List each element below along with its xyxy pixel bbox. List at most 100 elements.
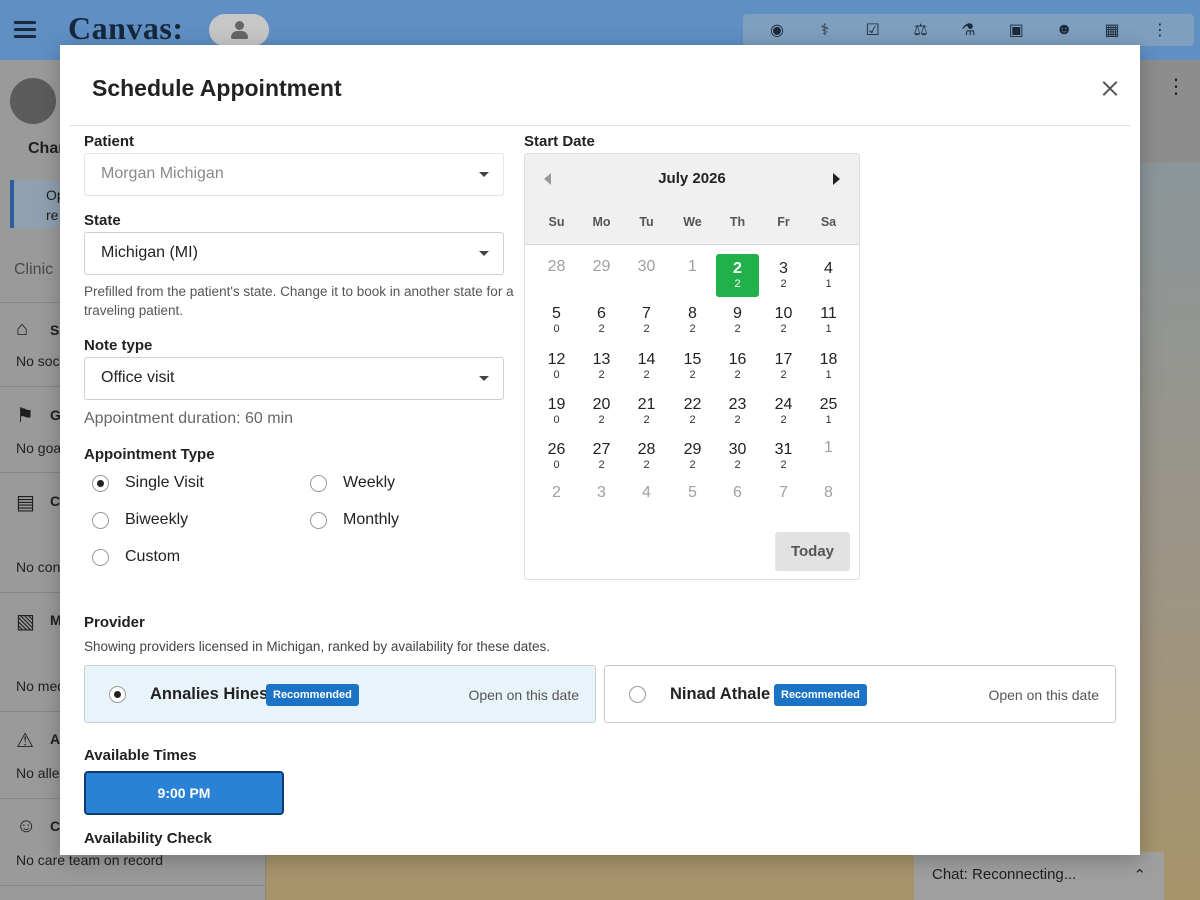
weekday-header: Su	[548, 215, 565, 229]
calendar-month: July 2026	[658, 170, 726, 187]
radio-monthly[interactable]: Monthly	[310, 511, 399, 529]
calendar-day[interactable]: 50	[535, 299, 578, 342]
radio-label: Biweekly	[125, 511, 189, 528]
radio-biweekly[interactable]: Biweekly	[92, 511, 188, 529]
calendar-day[interactable]: 8	[807, 480, 850, 523]
calendar-day[interactable]: 62	[580, 299, 623, 342]
calendar-day[interactable]: 7	[762, 480, 805, 523]
calendar-day[interactable]: 21 2	[625, 390, 668, 433]
today-button[interactable]: Today	[775, 532, 850, 571]
close-icon[interactable]	[1098, 77, 1122, 101]
chevron-up-icon[interactable]: ⌃	[1133, 866, 1146, 886]
availability-count: 2	[643, 323, 650, 335]
calendar-day[interactable]: 4	[625, 480, 668, 523]
calendar-day[interactable]: 31 2	[762, 435, 805, 478]
provider-card[interactable]: Ninad Athale Recommended Open on this da…	[604, 665, 1116, 723]
calendar-day[interactable]: 19 0	[535, 390, 578, 433]
flask-icon[interactable]: ⚗	[957, 20, 979, 40]
doctor-icon[interactable]: ☻	[1053, 21, 1075, 39]
state-helper-text: Prefilled from the patient's state. Chan…	[84, 284, 514, 318]
calendar-day[interactable]: 82	[671, 299, 714, 342]
radio-single-visit[interactable]: Single Visit	[92, 474, 204, 492]
calendar-day[interactable]: 27 2	[580, 435, 623, 478]
calendar-day[interactable]: 18 1	[807, 345, 850, 388]
calendar-day[interactable]: 29	[580, 254, 623, 297]
section-title[interactable]: A	[50, 731, 60, 747]
radio-circle[interactable]	[310, 511, 327, 529]
calendar-day[interactable]: 24 2	[762, 390, 805, 433]
calendar-day[interactable]: 3	[580, 480, 623, 523]
calendar-day[interactable]: 29 2	[671, 435, 714, 478]
app-logo[interactable]: Canvas:	[68, 10, 184, 47]
calendar-day-selected[interactable]: 22	[716, 254, 759, 297]
care-team-icon: ☺	[16, 815, 37, 837]
calendar-day[interactable]: 26 0	[535, 435, 578, 478]
provider-card[interactable]: Annalies Hines Recommended Open on this …	[84, 665, 596, 723]
patient-select[interactable]: Morgan Michigan	[84, 153, 504, 196]
user-avatar-button[interactable]	[209, 14, 269, 46]
chevron-right-icon[interactable]	[833, 173, 840, 185]
provider-radio[interactable]	[109, 686, 126, 703]
time-slot-button[interactable]: 9:00 PM	[84, 771, 284, 815]
calendar-day[interactable]: 2	[535, 480, 578, 523]
calendar-day[interactable]: 32	[762, 254, 805, 297]
availability-count: 1	[825, 414, 832, 426]
radio-circle[interactable]	[92, 474, 109, 492]
calendar-day[interactable]: 15 2	[671, 345, 714, 388]
availability-count: 2	[780, 323, 787, 335]
scales-icon[interactable]: ⚖	[910, 20, 932, 40]
calendar-day[interactable]: 72	[625, 299, 668, 342]
calendar-day[interactable]: 1	[807, 435, 850, 478]
kebab-icon[interactable]: ⋮	[1149, 20, 1171, 40]
radio-weekly[interactable]: Weekly	[310, 474, 395, 492]
day-number: 6	[733, 484, 742, 501]
calendar-day[interactable]: 23 2	[716, 390, 759, 433]
calendar-day[interactable]: 20 2	[580, 390, 623, 433]
state-select[interactable]: Michigan (MI)	[84, 232, 504, 275]
calendar-day[interactable]: 1	[671, 254, 714, 297]
calendar-day[interactable]: 10 2	[762, 299, 805, 342]
availability-count: 1	[825, 323, 832, 335]
calendar-day[interactable]: 11 1	[807, 299, 850, 342]
chart-tab[interactable]: Char	[28, 140, 64, 158]
radio-circle[interactable]	[92, 511, 109, 529]
calendar-day[interactable]: 92	[716, 299, 759, 342]
provider-status: Open on this date	[988, 687, 1099, 703]
radio-circle[interactable]	[92, 548, 109, 566]
calendar-header: July 2026	[525, 154, 859, 245]
caduceus-icon[interactable]: ⚕	[814, 20, 836, 40]
calendar-day[interactable]: 30 2	[716, 435, 759, 478]
calendar-day[interactable]: 28 2	[625, 435, 668, 478]
day-number: 16	[728, 351, 747, 368]
image-icon[interactable]: ▣	[1005, 20, 1027, 40]
kebab-icon[interactable]: ⋮	[1166, 74, 1186, 99]
availability-count: 2	[734, 278, 741, 290]
calendar-day[interactable]: 41	[807, 254, 850, 297]
calendar-day[interactable]: 28	[535, 254, 578, 297]
calendar-day[interactable]: 12 0	[535, 345, 578, 388]
provider-subtitle: Showing providers licensed in Michigan, …	[84, 639, 551, 654]
day-number: 30	[637, 258, 656, 275]
calendar-day[interactable]: 30	[625, 254, 668, 297]
globe-icon[interactable]: ◉	[766, 20, 788, 40]
section-title[interactable]: S	[50, 322, 59, 338]
radio-circle[interactable]	[310, 474, 327, 492]
section-title[interactable]: C	[50, 493, 60, 509]
day-number: 31	[774, 441, 793, 458]
chat-widget[interactable]: Chat: Reconnecting... ⌃	[914, 852, 1164, 900]
calendar-day[interactable]: 17 2	[762, 345, 805, 388]
note-type-select[interactable]: Office visit	[84, 357, 504, 400]
calendar-day[interactable]: 13 2	[580, 345, 623, 388]
calendar-day[interactable]: 5	[671, 480, 714, 523]
calendar-day[interactable]: 25 1	[807, 390, 850, 433]
hamburger-menu-icon[interactable]	[14, 18, 36, 40]
radio-custom[interactable]: Custom	[92, 548, 180, 566]
grid-icon[interactable]: ▦	[1101, 20, 1123, 40]
checkbox-icon[interactable]: ☑	[862, 20, 884, 40]
calendar-day[interactable]: 6	[716, 480, 759, 523]
provider-radio[interactable]	[629, 686, 646, 703]
section-title[interactable]: C	[50, 818, 60, 834]
calendar-day[interactable]: 16 2	[716, 345, 759, 388]
calendar-day[interactable]: 14 2	[625, 345, 668, 388]
calendar-day[interactable]: 22 2	[671, 390, 714, 433]
